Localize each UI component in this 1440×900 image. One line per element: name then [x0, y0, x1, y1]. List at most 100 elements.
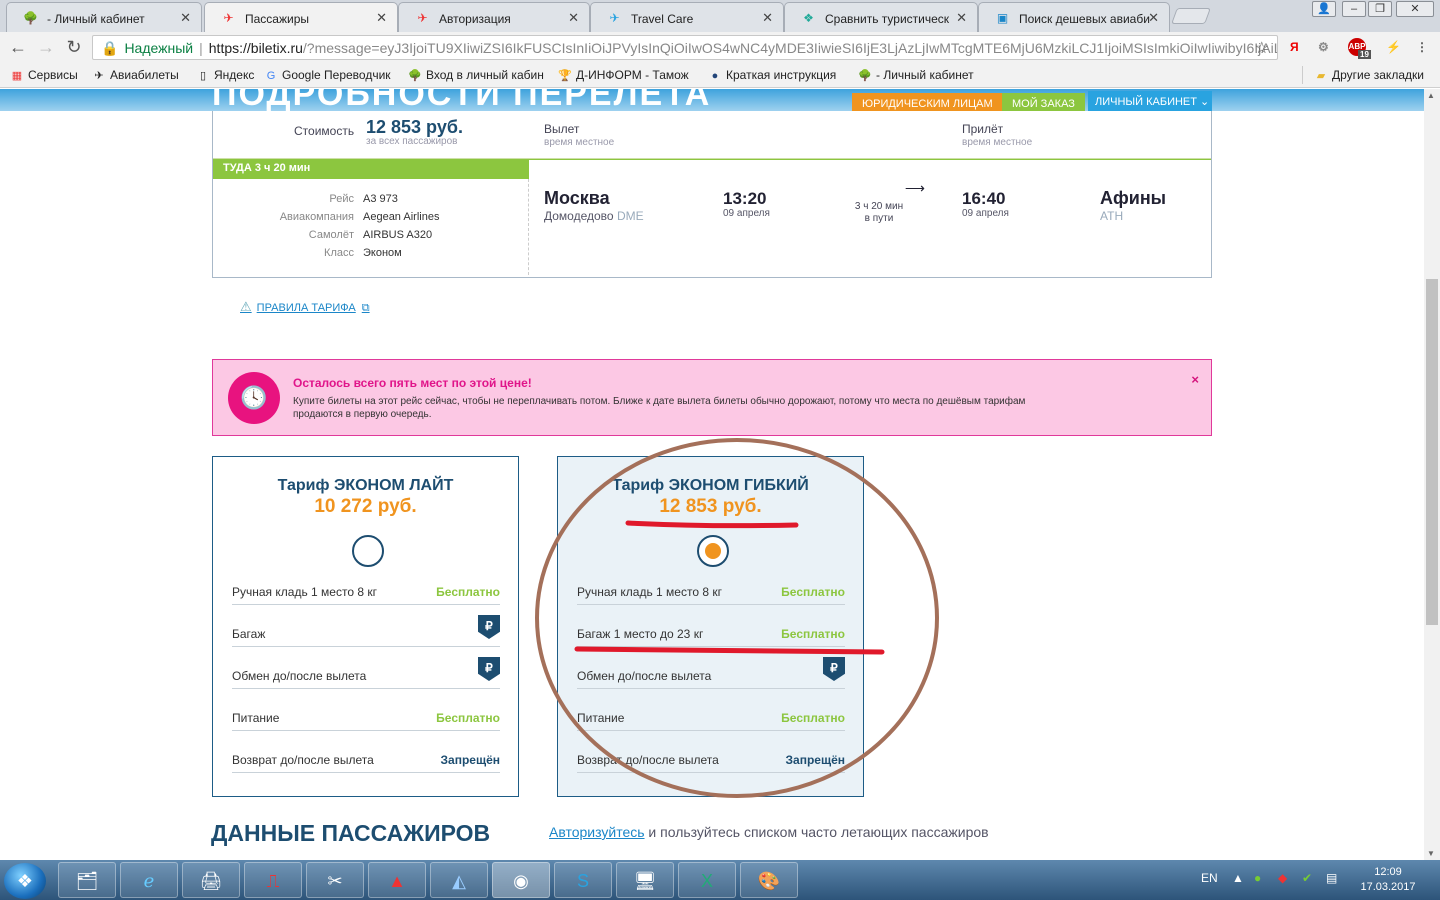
tariff-price: 12 853 руб.	[659, 496, 762, 517]
external-link-icon: ⧉	[361, 302, 370, 314]
fare-rules-link[interactable]: ⚠ ПРАВИЛА ТАРИФА ⧉	[240, 299, 370, 315]
close-tab-icon[interactable]: ✕	[180, 10, 191, 26]
extension-icon[interactable]: ⚙	[1318, 40, 1329, 54]
login-link[interactable]: Авторизуйтесь	[549, 824, 645, 840]
scanner-icon[interactable]: 🖨	[182, 862, 240, 898]
tab-personal-cabinet[interactable]: 🌳 - Личный кабинет ✕	[6, 2, 202, 32]
tariff-card-economy-light[interactable]: Тариф ЭКОНОМ ЛАЙТ 10 272 руб. Ручная кла…	[212, 456, 519, 797]
user-icon[interactable]: 👤	[1312, 1, 1336, 17]
tariff-price: 10 272 руб.	[314, 496, 417, 517]
internet-explorer-icon[interactable]: ℯ	[120, 862, 178, 898]
explorer-icon[interactable]: 🗂	[58, 862, 116, 898]
ruble-shield-icon[interactable]: ₽	[823, 657, 845, 681]
close-icon[interactable]: ×	[1191, 372, 1199, 387]
bolt-icon[interactable]: ⚡	[1386, 40, 1401, 54]
arrival-airport-code: ATH	[1100, 209, 1124, 223]
acrobat-icon[interactable]: ▲	[368, 862, 426, 898]
folder-icon: ▰	[1316, 70, 1326, 82]
passenger-data-title: ДАННЫЕ ПАССАЖИРОВ	[211, 820, 491, 846]
plane-icon: ✈	[94, 70, 104, 82]
tab-passengers[interactable]: ✈ Пассажиры ✕	[204, 2, 398, 32]
tray-app-icon[interactable]: ●	[1254, 871, 1261, 885]
bookmark-yandex[interactable]: ▯ Яндекс	[196, 68, 254, 82]
remote-desktop-icon[interactable]: 🖥	[616, 862, 674, 898]
tariff-row-refund: Возврат до/после вылета Запрещён	[232, 731, 500, 773]
tariff-row-baggage: Багаж 1 место до 23 кг Бесплатно	[577, 605, 845, 647]
network-icon[interactable]: ▤	[1326, 871, 1337, 885]
arrival-date: 09 апреля	[962, 208, 1009, 219]
minimize-button[interactable]: –	[1342, 1, 1366, 17]
close-tab-icon[interactable]: ✕	[568, 10, 579, 26]
excel-icon[interactable]: X	[678, 862, 736, 898]
departure-label: Вылет	[544, 122, 580, 136]
close-window-button[interactable]: ✕	[1396, 1, 1434, 17]
price-note: за всех пассажиров	[366, 136, 458, 147]
departure-city: Москва	[544, 188, 610, 208]
app-icon[interactable]: ◭	[430, 862, 488, 898]
departure-local-time: время местное	[544, 137, 615, 148]
compare-icon: ❖	[803, 11, 814, 25]
system-clock[interactable]: 12:09 17.03.2017	[1356, 865, 1420, 895]
paint-icon[interactable]: 🎨	[740, 862, 798, 898]
tray-expand-icon[interactable]: ▲	[1232, 871, 1244, 885]
tree-icon: 🌳	[408, 70, 422, 82]
bookmark-services[interactable]: ▦ Сервисы	[10, 68, 78, 82]
ruble-shield-icon[interactable]: ₽	[478, 615, 500, 639]
chrome-icon[interactable]: ◉	[492, 862, 550, 898]
bookmark-instructions[interactable]: ● Краткая инструкция	[708, 68, 837, 82]
url-host: https://biletix.ru	[208, 40, 303, 56]
close-tab-icon[interactable]: ✕	[376, 10, 387, 26]
tariff-row-exchange: Обмен до/после вылета ₽	[232, 647, 500, 689]
tab-cheap-flights[interactable]: ▣ Поиск дешевых авиаби ✕	[978, 2, 1170, 32]
browser-tab-strip: 🌳 - Личный кабинет ✕ ✈ Пассажиры ✕ ✈ Авториза…	[0, 0, 1440, 32]
windows-start-button[interactable]: ❖	[4, 863, 46, 899]
chevron-down-icon: ⌄	[1196, 96, 1210, 108]
tariff-card-economy-flex[interactable]: Тариф ЭКОНОМ ГИБКИЙ 12 853 руб. Ручная к…	[557, 456, 864, 797]
price-label: Стоимость	[294, 124, 355, 138]
back-icon[interactable]: ←	[8, 37, 28, 58]
departure-time: 13:20	[723, 189, 767, 208]
tab-compare-insurance[interactable]: ❖ Сравнить туристическ ✕	[784, 2, 978, 32]
bookmark-flights[interactable]: ✈ Авиабилеты	[92, 68, 178, 82]
scroll-thumb[interactable]	[1426, 279, 1438, 625]
skype-icon[interactable]: S	[554, 862, 612, 898]
urgency-alert: 🕓 Осталось всего пять мест по этой цене!…	[212, 359, 1212, 436]
bookmark-personal-cabinet[interactable]: 🌳 - Личный кабинет	[858, 68, 973, 82]
departure-airport: Домодедово DME	[544, 209, 644, 223]
pdf-reader-icon[interactable]: ⎍	[244, 862, 302, 898]
address-bar[interactable]: 🔒 Надежный | https://biletix.ru/?message=ey…	[92, 35, 1278, 60]
restore-button[interactable]: ❐	[1368, 1, 1392, 17]
tariff-row-meals: Питание Бесплатно	[232, 689, 500, 731]
tab-authorization[interactable]: ✈ Авторизация ✕	[398, 2, 590, 32]
close-tab-icon[interactable]: ✕	[762, 10, 773, 26]
new-tab-button[interactable]	[1171, 8, 1211, 24]
lock-icon: 🔒	[101, 40, 119, 56]
tariff-row-meals: Питание Бесплатно	[577, 689, 845, 731]
yandex-icon[interactable]: Я	[1290, 40, 1299, 54]
forward-icon[interactable]: →	[36, 37, 56, 58]
bookmark-login[interactable]: 🌳 Вход в личный кабин	[408, 68, 544, 82]
close-tab-icon[interactable]: ✕	[956, 10, 967, 26]
bookmark-d-inform[interactable]: 🏆 Д-ИНФОРМ - Тамож	[558, 68, 689, 82]
close-tab-icon[interactable]: ✕	[1148, 10, 1159, 26]
reload-icon[interactable]: ↻	[64, 37, 84, 58]
segment-duration: ТУДА 3 ч 20 мин	[213, 159, 529, 179]
tray-shield-icon[interactable]: ◆	[1278, 871, 1287, 885]
ticket-icon: ▣	[996, 11, 1009, 25]
arrival-local-time: время местное	[962, 137, 1033, 148]
language-indicator[interactable]: EN	[1201, 871, 1218, 885]
ruble-shield-icon[interactable]: ₽	[478, 657, 500, 681]
tab-travel-care[interactable]: ✈ Travel Care ✕	[590, 2, 784, 32]
bookmark-google-translate[interactable]: G Google Переводчик	[264, 68, 391, 82]
tray-check-icon[interactable]: ✔	[1302, 871, 1312, 885]
bookmark-other[interactable]: ▰ Другие закладки	[1314, 68, 1424, 82]
page-scrollbar[interactable]: ▲ ▼	[1424, 89, 1440, 860]
snipping-tool-icon[interactable]: ✂	[306, 862, 364, 898]
scroll-down-icon[interactable]: ▼	[1427, 849, 1435, 858]
departure-date: 09 апреля	[723, 208, 770, 219]
menu-icon[interactable]: ⋮	[1416, 40, 1428, 54]
scroll-up-icon[interactable]: ▲	[1427, 91, 1435, 100]
tree-icon: 🌳	[858, 70, 872, 82]
page-icon: ▯	[199, 70, 207, 82]
bookmark-star-icon[interactable]: ☆	[1255, 38, 1269, 58]
